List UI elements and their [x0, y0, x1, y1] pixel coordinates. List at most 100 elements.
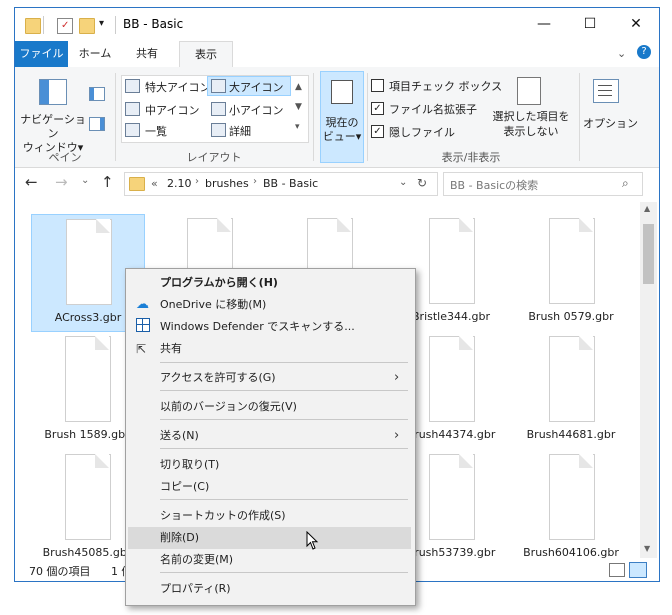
sort-icon	[331, 80, 353, 104]
context-menu-item[interactable]: プログラムから開く(H)	[128, 272, 411, 294]
small-icons-icon	[211, 102, 226, 116]
tab-share[interactable]: 共有	[126, 41, 168, 67]
list-icon	[125, 123, 140, 137]
context-menu-label: アクセスを許可する(G)	[160, 371, 276, 384]
context-menu-item[interactable]: ショートカットの作成(S)	[128, 505, 411, 527]
maximize-button[interactable]: ☐	[567, 8, 613, 40]
details-pane-icon[interactable]	[89, 117, 105, 131]
breadcrumb-overflow[interactable]: «	[151, 177, 158, 190]
minimize-button[interactable]: —	[521, 8, 567, 40]
context-menu-item[interactable]: Windows Defender でスキャンする...	[128, 316, 411, 338]
scroll-thumb[interactable]	[643, 224, 654, 284]
breadcrumb-bb-basic[interactable]: BB - Basic	[263, 177, 318, 190]
layout-details[interactable]: 詳細	[229, 123, 251, 139]
hidden-items-label: 隠しファイル	[389, 126, 455, 139]
layout-list[interactable]: 一覧	[145, 123, 167, 139]
context-menu-label: プログラムから開く(H)	[160, 276, 278, 289]
context-menu-item[interactable]: 以前のバージョンの復元(V)	[128, 396, 411, 418]
tab-home[interactable]: ホーム	[74, 41, 116, 67]
item-count: 70 個の項目	[29, 565, 91, 578]
up-arrow-icon[interactable]: ↑	[101, 173, 114, 191]
properties-icon[interactable]: ✓	[57, 18, 73, 34]
menu-separator	[160, 390, 408, 391]
options-button[interactable]: オプション	[583, 115, 638, 131]
large-icons-view-icon[interactable]	[629, 562, 647, 578]
hidden-items-checkbox[interactable]: ✓	[371, 125, 384, 138]
context-menu-item[interactable]: 切り取り(T)	[128, 454, 411, 476]
tab-file[interactable]: ファイル	[15, 41, 68, 67]
navigation-pane-icon[interactable]	[39, 79, 67, 105]
scroll-down-icon[interactable]: ▼	[644, 544, 650, 553]
context-menu-label: 以前のバージョンの復元(V)	[160, 400, 297, 413]
details-view-icon[interactable]	[609, 563, 625, 577]
tab-view[interactable]: 表示	[179, 41, 233, 68]
close-button[interactable]: ✕	[613, 8, 659, 40]
context-menu-label: 切り取り(T)	[160, 458, 220, 471]
file-name: Brush 0579.gbr	[528, 310, 614, 323]
address-folder-icon	[129, 177, 145, 191]
context-menu-item[interactable]: 送る(N) ›	[128, 425, 411, 447]
folder-icon	[25, 18, 41, 34]
medium-icons-icon	[125, 102, 140, 116]
defender-icon	[136, 316, 150, 338]
vertical-scrollbar[interactable]: ▲ ▼	[640, 202, 657, 558]
file-item[interactable]: Brush604106.gbr	[515, 450, 627, 566]
context-menu-item[interactable]: コピー(C)	[128, 476, 411, 498]
breadcrumb-brushes[interactable]: brushes	[205, 177, 249, 190]
context-menu-label: OneDrive に移動(M)	[160, 298, 267, 311]
context-menu-item[interactable]: プロパティ(R)	[128, 578, 411, 600]
submenu-arrow-icon: ›	[394, 370, 400, 385]
search-box[interactable]: BB - Basicの検索 ⌕	[443, 172, 643, 196]
item-checkboxes-checkbox[interactable]	[371, 79, 384, 92]
search-icon[interactable]: ⌕	[622, 176, 629, 191]
file-item[interactable]: Brush44681.gbr	[515, 332, 627, 448]
options-icon	[593, 79, 619, 103]
file-extensions-label: ファイル名拡張子	[389, 103, 477, 116]
layout-small-icons[interactable]: 小アイコン	[229, 102, 283, 118]
breadcrumb-2-10[interactable]: 2.10	[167, 177, 192, 190]
context-menu-label: コピー(C)	[160, 480, 210, 493]
context-menu-item[interactable]: 名前の変更(M)	[128, 549, 411, 571]
extra-large-icons-icon	[125, 79, 140, 93]
address-bar[interactable]: « 2.10 › brushes › BB - Basic ⌄ ↻	[124, 172, 438, 196]
share-icon: ⇱	[136, 342, 147, 356]
context-menu-label: 名前の変更(M)	[160, 553, 234, 566]
context-menu-label: 削除(D)	[160, 531, 200, 544]
recent-locations-icon[interactable]: ⌄	[81, 175, 89, 186]
context-menu-item[interactable]: アクセスを許可する(G) ›	[128, 367, 411, 389]
menu-separator	[160, 572, 408, 573]
hide-selected-button[interactable]: 選択した項目を 表示しない	[491, 109, 571, 139]
scroll-up-icon[interactable]: ▲	[644, 204, 650, 213]
context-menu-item[interactable]: ⇱ 共有	[128, 338, 411, 360]
context-menu-item[interactable]: ☁ OneDrive に移動(M)	[128, 294, 411, 316]
context-menu-label: Windows Defender でスキャンする...	[160, 320, 355, 333]
address-dropdown-icon[interactable]: ⌄	[399, 177, 407, 188]
layout-group-label: レイアウト	[186, 151, 242, 164]
refresh-icon[interactable]: ↻	[417, 176, 427, 190]
pane-group-label: ペイン	[48, 151, 82, 164]
submenu-arrow-icon: ›	[394, 428, 400, 443]
help-icon[interactable]: ?	[637, 45, 651, 59]
file-item[interactable]: Brush 0579.gbr	[515, 214, 627, 330]
context-menu-label: 送る(N)	[160, 429, 199, 442]
context-menu-item[interactable]: 削除(D)	[128, 527, 411, 549]
layout-medium-icons[interactable]: 中アイコン	[145, 102, 199, 118]
gallery-scroll-icon[interactable]: ▲ ▼ ▾	[295, 77, 302, 137]
back-arrow-icon[interactable]: ←	[25, 173, 38, 191]
collapse-ribbon-icon[interactable]: ⌄	[617, 47, 626, 60]
layout-extra-large-icons[interactable]: 特大アイコン	[145, 79, 210, 95]
current-view-button[interactable]: 現在の ビュー▾	[320, 71, 364, 163]
current-view-label: 現在の ビュー▾	[322, 116, 362, 143]
new-folder-icon[interactable]	[79, 18, 95, 34]
preview-pane-icon[interactable]	[89, 87, 105, 101]
file-name: Brush44681.gbr	[526, 428, 616, 441]
file-extensions-checkbox[interactable]: ✓	[371, 102, 384, 115]
item-checkboxes-label: 項目チェック ボックス	[389, 80, 503, 93]
forward-arrow-icon[interactable]: →	[55, 173, 68, 191]
layout-large-icons[interactable]: 大アイコン	[229, 79, 283, 95]
file-name: Brush604106.gbr	[523, 546, 619, 559]
onedrive-icon: ☁	[136, 297, 149, 312]
context-menu-label: 共有	[160, 342, 182, 355]
quick-access-dropdown-icon[interactable]: ▾	[99, 18, 104, 29]
menu-separator	[160, 499, 408, 500]
